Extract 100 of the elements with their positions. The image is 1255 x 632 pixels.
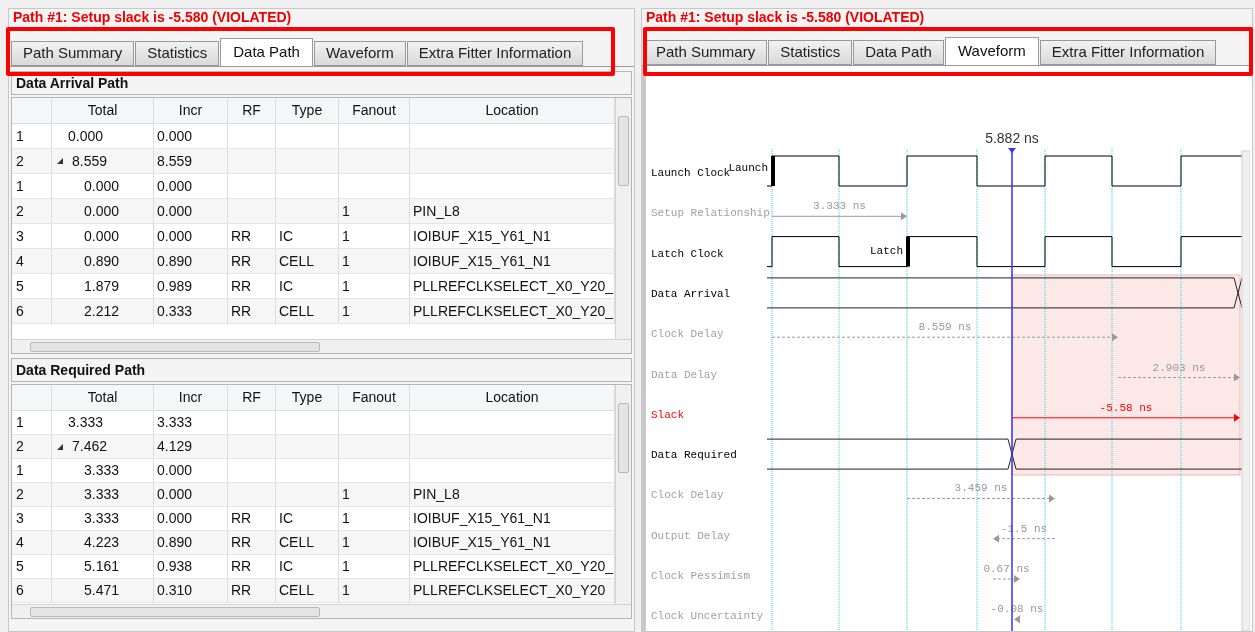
table-cell-text: 1 [342, 301, 350, 321]
table-cell-text: 3.333 [157, 413, 193, 432]
table-cell-text: 1 [342, 509, 350, 528]
signal-label: Slack [651, 408, 684, 421]
signal-label: Data Required [651, 449, 737, 462]
table-cell-text: RR [231, 509, 252, 528]
table-cell-text: CELL [279, 533, 315, 552]
tab[interactable]: Waveform [944, 37, 1039, 65]
row-number: 2 [16, 437, 24, 456]
tab[interactable]: Statistics [135, 41, 220, 66]
signal-label: Data Arrival [651, 287, 731, 300]
signal-label: Clock Delay [651, 328, 724, 341]
horizontal-scrollbar[interactable] [12, 604, 631, 618]
table-cell-text: 0.333 [157, 301, 193, 321]
column-header[interactable]: Total [52, 385, 154, 410]
column-header[interactable]: Type [276, 385, 339, 410]
table-cell-text: 0.890 [84, 251, 120, 271]
table-cell-text: RR [231, 581, 252, 600]
table-cell-text: 1 [342, 485, 350, 504]
tab[interactable]: Path Summary [644, 40, 768, 65]
table-cell-text: 0.890 [157, 533, 193, 552]
interval-value: 3.333 ns [813, 200, 866, 213]
section-header: Data Required Path [11, 358, 632, 382]
table-cell-text: PIN_L8 [413, 485, 460, 504]
table-cell-text: 1 [342, 581, 350, 600]
vertical-scrollbar[interactable] [1241, 150, 1250, 631]
interval-value: 8.559 ns [918, 321, 972, 334]
interval-arrow [992, 575, 1020, 583]
vertical-scrollbar[interactable] [615, 98, 631, 339]
table-cell-text: 1 [342, 557, 350, 576]
vertical-scrollbar[interactable] [615, 385, 631, 604]
column-header[interactable]: Incr [154, 385, 228, 410]
row-number: 4 [16, 251, 24, 271]
table-cell-text: RR [231, 533, 252, 552]
scrollbar-thumb[interactable] [618, 116, 629, 186]
column-header[interactable]: Incr [154, 98, 228, 123]
table-cell-text: IOIBUF_X15_Y61_N1 [413, 533, 551, 552]
table-cell-text: 1 [342, 276, 350, 296]
scrollbar-thumb[interactable] [30, 607, 320, 617]
table-cell-text: 3.333 [68, 413, 104, 432]
scrollbar-thumb[interactable] [618, 403, 629, 473]
row-number: 2 [16, 485, 24, 504]
marker-time: 5.882 ns [985, 130, 1039, 146]
interval-arrow [993, 534, 1056, 543]
table-cell-text: PLLREFCLKSELECT_X0_Y20_ [413, 301, 613, 321]
tab[interactable]: Path Summary [11, 41, 135, 66]
path-title: Path #1: Setup slack is -5.580 (VIOLATED) [12, 9, 293, 26]
table-cell-text: 0.000 [157, 201, 193, 221]
table-cell-text: IOIBUF_X15_Y61_N1 [413, 509, 551, 528]
table-cell-text: CELL [279, 581, 315, 600]
table-cell-text: 0.000 [68, 126, 104, 146]
row-number: 3 [16, 509, 24, 528]
row-number: 6 [16, 581, 24, 600]
column-header[interactable]: Total [52, 98, 154, 123]
tab[interactable]: Extra Fitter Information [406, 41, 584, 66]
table-cell-text: RR [231, 226, 252, 246]
scrollbar-thumb[interactable] [30, 342, 320, 352]
interval-value: -5.58 ns [1099, 401, 1153, 414]
table-cell-text: 0.890 [157, 251, 193, 271]
table-cell-text: 8.559 [72, 151, 108, 171]
row-number: 3 [16, 226, 24, 246]
table-cell-text: 3.333 [84, 485, 120, 504]
tab[interactable]: Statistics [768, 40, 853, 65]
tab[interactable]: Data Path [220, 38, 313, 66]
tab[interactable]: Waveform [313, 41, 406, 66]
interval-arrow [1014, 615, 1021, 624]
expander-icon[interactable] [56, 442, 64, 451]
table-cell-text: 3.333 [84, 509, 120, 528]
table-cell-text: 0.000 [84, 201, 120, 221]
signal-label: Setup Relationship [651, 207, 770, 220]
signal-label: Clock Delay [651, 489, 724, 502]
signal-label: Clock Uncertainty [651, 610, 764, 623]
table-cell-text: 2.212 [84, 301, 120, 321]
table-cell-text: 5.471 [84, 581, 120, 600]
interval-value: 0.67 ns [983, 563, 1030, 575]
expander-icon[interactable] [56, 157, 64, 165]
table-cell-text: RR [231, 557, 252, 576]
table-cell-text: 1 [342, 201, 350, 221]
table-cell-text: IOIBUF_X15_Y61_N1 [413, 226, 551, 246]
tab[interactable]: Data Path [853, 40, 944, 65]
column-header[interactable]: Fanout [339, 98, 410, 123]
table-cell-text: 0.000 [157, 485, 193, 504]
row-number: 4 [16, 533, 24, 552]
horizontal-scrollbar[interactable] [12, 339, 631, 353]
table-cell-text: PLLREFCLKSELECT_X0_Y20 [413, 581, 606, 600]
column-header[interactable]: Fanout [339, 385, 410, 410]
table-cell-text: 0.989 [157, 276, 193, 296]
table-cell-text: 0.310 [157, 581, 193, 600]
table-cell-text: 0.000 [84, 226, 120, 246]
table-cell-text: PLLREFCLKSELECT_X0_Y20_ [413, 557, 613, 576]
table-cell-text: 0.000 [84, 176, 120, 196]
column-header[interactable]: RF [228, 98, 276, 123]
column-header[interactable]: RF [228, 385, 276, 410]
table-cell-text: CELL [279, 251, 315, 271]
tab[interactable]: Extra Fitter Information [1039, 40, 1217, 65]
row-number: 5 [16, 557, 24, 576]
interval-value: 3.459 ns [954, 482, 1008, 495]
interval-value: 2.903 ns [1152, 361, 1206, 374]
table-cell-text: RR [231, 251, 252, 271]
column-header[interactable]: Type [276, 98, 339, 123]
